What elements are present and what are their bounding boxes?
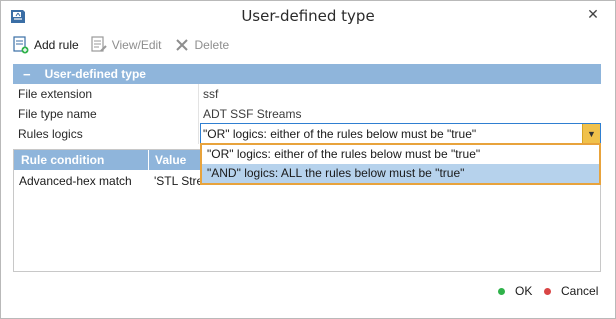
delete-icon [174,36,190,54]
rules-logics-dropdown-list: "OR" logics: either of the rules below m… [200,143,601,185]
property-value[interactable]: ssf [198,83,601,104]
property-row-file-extension: File extension ssf [13,83,601,104]
dropdown-option-or[interactable]: "OR" logics: either of the rules below m… [202,145,599,164]
chevron-down-icon: ▼ [587,128,596,139]
dropdown-arrow-button[interactable]: ▼ [582,124,600,143]
ok-dot-icon [498,287,505,295]
close-button[interactable]: ✕ [575,1,611,27]
group-header[interactable]: − User-defined type [13,64,601,84]
rules-logics-select[interactable]: "OR" logics: either of the rules below m… [200,123,601,144]
toolbar: Add rule View/Edit Delete [13,35,241,55]
view-edit-label: View/Edit [111,38,162,52]
dropdown-option-and[interactable]: "AND" logics: ALL the rules below must b… [202,164,599,183]
delete-button[interactable]: Delete [174,36,230,54]
title-bar: User-defined type ✕ [1,1,615,33]
property-key: File type name [13,103,198,124]
ok-label: OK [515,284,533,298]
cancel-label: Cancel [561,284,599,298]
close-icon: ✕ [587,5,599,22]
dialog-window: User-defined type ✕ Add rule View/Edit D… [0,0,616,319]
property-key: File extension [13,83,198,104]
view-edit-icon [91,36,107,54]
group-title: User-defined type [44,67,146,81]
rule-condition-cell: Advanced-hex match [19,174,132,188]
add-rule-label: Add rule [34,38,79,52]
window-title: User-defined type [241,7,375,25]
property-row-file-type-name: File type name ADT SSF Streams [13,103,601,124]
add-rule-button[interactable]: Add rule [13,36,79,54]
cancel-dot-icon [544,287,551,295]
ok-button[interactable]: OK [498,284,532,298]
dialog-footer: OK Cancel [1,281,615,303]
column-header-rule-condition[interactable]: Rule condition [14,150,149,170]
collapse-icon[interactable]: − [23,67,31,82]
cancel-button[interactable]: Cancel [544,284,598,298]
property-value[interactable]: ADT SSF Streams [198,103,601,124]
view-edit-button[interactable]: View/Edit [91,36,162,54]
rules-logics-selected-value: "OR" logics: either of the rules below m… [203,126,477,141]
add-rule-icon [13,36,29,54]
property-key: Rules logics [13,123,198,144]
delete-label: Delete [194,38,230,52]
